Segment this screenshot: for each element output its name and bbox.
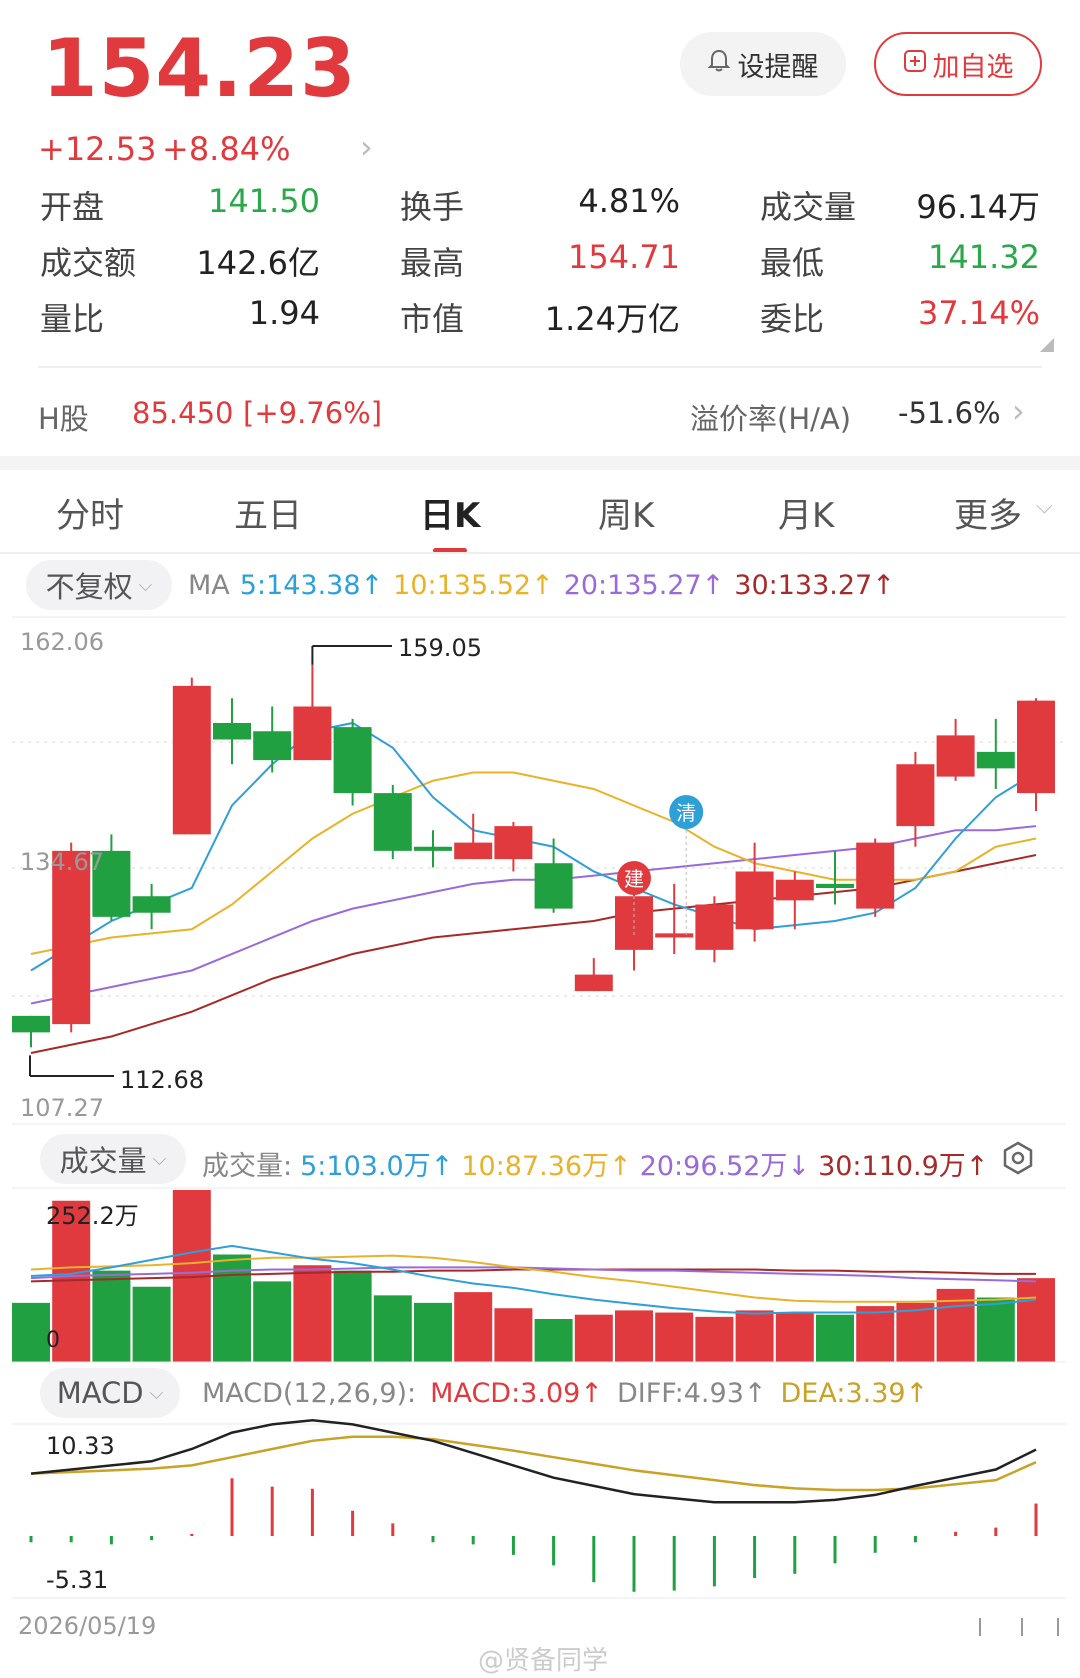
macd-selector-label: MACD — [56, 1376, 144, 1410]
volume-bar — [132, 1286, 171, 1362]
kline-axis-top: 162.06 — [20, 628, 104, 656]
stock-chart[interactable]: 建清 — [0, 0, 1080, 1678]
sell-marker-label: 清 — [676, 801, 696, 825]
candle-body — [12, 1015, 50, 1033]
volume-selector[interactable]: 成交量 ⌵ — [40, 1134, 186, 1184]
indicator-value: 5:103.0万↑ — [300, 1151, 454, 1182]
candle-body — [1017, 700, 1055, 794]
macd-items: MACD:3.09↑ DIFF:4.93↑ DEA:3.39↑ — [430, 1378, 928, 1409]
candle-body — [172, 685, 211, 835]
chevron-down-icon: ⌵ — [149, 1382, 164, 1404]
macd-axis-top: 10.33 — [46, 1432, 115, 1460]
dea-line — [30, 1435, 1037, 1492]
candle-body — [976, 751, 1015, 769]
volume-bar — [1017, 1278, 1055, 1362]
kline-axis-bottom: 107.27 — [20, 1094, 104, 1122]
candle-body — [936, 735, 975, 777]
indicator-value: 20:96.52万↓ — [639, 1151, 811, 1182]
candle-body — [534, 863, 573, 909]
candle-body — [373, 793, 412, 851]
indicator-value: MACD:3.09↑ — [430, 1378, 603, 1409]
volume-bar — [816, 1314, 854, 1362]
candle-body — [333, 727, 372, 794]
volume-bar — [655, 1312, 694, 1362]
candle-body — [494, 826, 533, 860]
vol-prefix: 成交量: — [202, 1151, 293, 1182]
macd-prefix: MACD(12,26,9): — [202, 1378, 417, 1409]
candle-body — [735, 871, 774, 930]
volume-legend: 成交量: 5:103.0万↑ 10:87.36万↑ 20:96.52万↓ 30:110… — [202, 1144, 988, 1183]
volume-bar — [333, 1270, 372, 1362]
vol-items: 5:103.0万↑ 10:87.36万↑ 20:96.52万↓ 30:110.9万↑ — [300, 1144, 988, 1183]
candle-body — [414, 846, 452, 851]
macd-selector[interactable]: MACD ⌵ — [40, 1368, 180, 1418]
indicator-value: DEA:3.39↑ — [780, 1378, 929, 1409]
volume-bar — [92, 1270, 131, 1362]
settings-icon[interactable] — [1000, 1140, 1036, 1180]
candle-body — [132, 896, 171, 913]
volume-bar — [373, 1295, 412, 1362]
volume-bar — [534, 1319, 573, 1362]
candle-body — [816, 883, 854, 888]
candle-body — [896, 764, 935, 827]
volume-bar — [695, 1316, 734, 1362]
volume-bar — [494, 1308, 533, 1362]
low-annotation: 112.68 — [120, 1066, 204, 1094]
volume-bar — [976, 1297, 1015, 1362]
macd-axis-bottom: -5.31 — [46, 1566, 109, 1594]
watermark: @贤备同学 — [478, 1646, 609, 1676]
buy-marker-label: 建 — [624, 867, 644, 891]
volume-bar — [856, 1306, 895, 1362]
candle-body — [454, 842, 493, 860]
volume-bar — [12, 1302, 50, 1362]
candle-body — [655, 933, 694, 938]
candle-body — [695, 904, 734, 950]
candle-body — [52, 850, 91, 1025]
volume-bar — [253, 1281, 292, 1362]
volume-selector-label: 成交量 — [59, 1144, 147, 1178]
candle-body — [775, 879, 814, 901]
volume-bar — [574, 1314, 613, 1362]
volume-bar — [735, 1310, 774, 1362]
volume-bar — [454, 1292, 493, 1362]
high-annotation: 159.05 — [398, 634, 482, 662]
volume-axis-top: 252.2万 — [46, 1202, 139, 1230]
candle-body — [293, 706, 332, 761]
volume-bar — [775, 1312, 814, 1362]
indicator-value: DIFF:4.93↑ — [616, 1378, 767, 1409]
candle-body — [213, 722, 251, 740]
volume-bar — [615, 1310, 653, 1362]
candle-body — [253, 731, 292, 761]
kline-axis-mid: 134.67 — [20, 848, 104, 876]
volume-bar — [414, 1302, 452, 1362]
volume-axis-bottom: 0 — [46, 1328, 60, 1353]
candle-body — [574, 974, 613, 992]
candle-body — [856, 842, 895, 909]
indicator-value: 30:110.9万↑ — [818, 1151, 989, 1182]
chevron-down-icon: ⌵ — [152, 1148, 167, 1170]
volume-bar — [293, 1265, 332, 1362]
chart-date: 2026/05/19 — [18, 1612, 157, 1640]
macd-legend: MACD(12,26,9): MACD:3.09↑ DIFF:4.93↑ DEA:3… — [202, 1378, 928, 1409]
indicator-value: 10:87.36万↑ — [461, 1151, 632, 1182]
